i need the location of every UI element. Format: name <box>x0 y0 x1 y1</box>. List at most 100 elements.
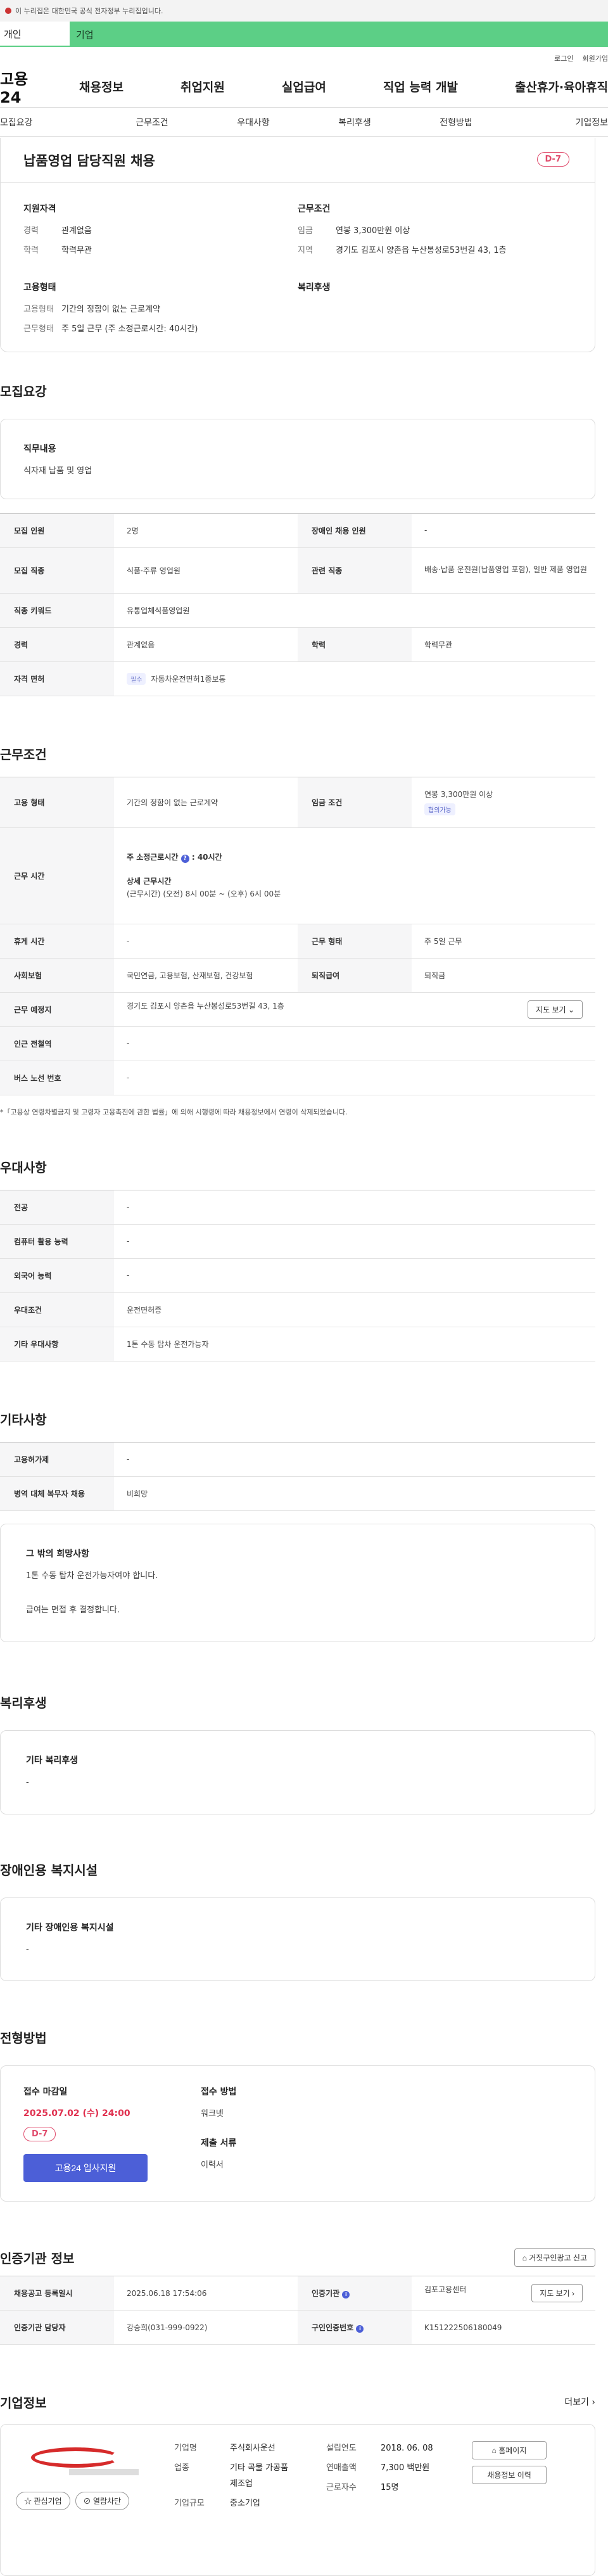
subnav-conditions[interactable]: 근무조건 <box>101 116 203 129</box>
emppermit-label: 고용허가제 <box>0 1442 114 1477</box>
chevron-down-icon: ⌄ <box>567 1005 574 1014</box>
login-link[interactable]: 로그인 <box>554 53 573 63</box>
subnav-welfare[interactable]: 복리후생 <box>304 116 405 129</box>
hours-weekly-label: 주 소정근로시간 <box>127 852 179 862</box>
mgr-value: 강승희(031-999-0922) <box>114 2310 298 2345</box>
edu-label: 학력 <box>23 246 39 255</box>
gnb-support[interactable]: 취업지원 <box>180 78 225 95</box>
report-button[interactable]: ⌂ 거짓구인광고 신고 <box>514 2248 595 2267</box>
wish-line-1: 1톤 수동 탑차 운전가능자여야 합니다. <box>26 1571 158 1581</box>
est-value: 2018. 06. 08 <box>381 2444 433 2454</box>
other-table: 고용허가제 - 병역 대체 복무자 채용 비희망 <box>0 1441 595 1511</box>
agency-map-button[interactable]: 지도 보기 › <box>531 2284 583 2303</box>
report-button-label: 거짓구인광고 신고 <box>529 2254 587 2263</box>
area-label: 지역 <box>298 246 313 255</box>
info-icon[interactable]: i <box>356 2325 364 2333</box>
subnav-selection[interactable]: 전형방법 <box>405 116 507 129</box>
join-link[interactable]: 회원가입 <box>583 53 608 63</box>
org-label-cell: 인증기관 i <box>298 2276 412 2311</box>
ret-value: 퇴직금 <box>412 958 595 993</box>
wish-line-2: 급여는 면접 후 결정합니다. <box>26 1605 120 1616</box>
job-summary-card: 납품영업 담당직원 채용 D-7 지원자격 경력 관계없음 학력 학력무관 고용형태… <box>0 138 595 352</box>
table-row: 근무 시간 주 소정근로시간 ? : 40시간 상세 근무시간 (근무시간) (… <box>0 827 595 924</box>
history-button[interactable]: 채용정보 이력 <box>472 2466 547 2485</box>
tab-corp[interactable]: 기업 <box>70 22 608 47</box>
welfare-section-title: 복리후생 <box>0 1695 47 1711</box>
welfare-label: 기타 복리후생 <box>26 1756 79 1766</box>
table-row: 직종 키워드 유통업체식품영업원 <box>0 593 595 628</box>
gnb-jobs[interactable]: 채용정보 <box>79 78 124 95</box>
career-label: 경력 <box>23 226 39 236</box>
required-tag: 필수 <box>127 672 146 685</box>
worktype-value: 주 5일 근무 (주 소정근로시간: 40시간) <box>61 324 198 334</box>
gov-banner: 이 누리집은 대한민국 공식 전자정부 누리집입니다. <box>0 0 608 22</box>
gnb-leave[interactable]: 출산휴가·육아휴직 <box>515 78 608 95</box>
subnav-recruit[interactable]: 모집요강 <box>0 116 101 129</box>
shift-value: 주 5일 근무 <box>412 924 595 959</box>
wage-cell: 연봉 3,300만원 이상 협의가능 <box>412 777 595 828</box>
reg-label: 채용공고 등록일시 <box>0 2276 114 2311</box>
career-row-label: 경력 <box>0 627 114 662</box>
company-section-title: 기업정보 <box>0 2395 47 2411</box>
welfare-box: 기타 복리후생 - <box>0 1730 595 1814</box>
more-link[interactable]: 더보기 › <box>564 2395 595 2408</box>
table-row: 자격 면허 필수 자동차운전면허1종보통 <box>0 661 595 696</box>
table-row: 고용허가제 - <box>0 1442 595 1477</box>
disabled-label: 장애인 채용 인원 <box>298 513 412 548</box>
agency-map-label: 지도 보기 <box>540 2289 570 2299</box>
table-row: 경력 관계없음 학력 학력무관 <box>0 627 595 662</box>
loc-cell: 경기도 김포시 양촌읍 누산봉성로53번길 43, 1층 지도 보기 ⌄ <box>114 992 595 1027</box>
subway-value: - <box>114 1026 595 1061</box>
subnav-company[interactable]: 기업정보 <box>507 116 608 129</box>
pref-value: 운전면허증 <box>114 1292 595 1327</box>
job-title: 납품영업 담당직원 채용 <box>1 151 595 183</box>
table-row: 우대조건 운전면허증 <box>0 1292 595 1327</box>
apply-button[interactable]: 고용24 입사지원 <box>23 2154 148 2183</box>
name-value: 주식회사운선 <box>230 2444 276 2454</box>
gnb-training[interactable]: 직업 능력 개발 <box>383 78 458 95</box>
table-row: 버스 노선 번호 - <box>0 1061 595 1095</box>
worktype-label: 근무형태 <box>23 324 54 334</box>
emp-value: 15명 <box>381 2482 399 2492</box>
emp-heading: 고용형태 <box>23 283 56 293</box>
edu-row-label: 학력 <box>298 627 412 662</box>
block-icon: ⊘ <box>83 2497 91 2506</box>
info-icon[interactable]: ? <box>180 854 189 863</box>
org-cell: 김포고용센터 지도 보기 › <box>412 2276 595 2311</box>
military-label: 병역 대체 복무자 채용 <box>0 1476 114 1511</box>
gnb-benefit[interactable]: 실업급여 <box>282 78 326 95</box>
logo[interactable]: 고용24 <box>0 67 41 106</box>
table-row: 기타 우대사항 1톤 수동 탑차 운전가능자 <box>0 1327 595 1361</box>
dday-badge: D-7 <box>536 152 569 167</box>
method-label: 접수 방법 <box>201 2087 237 2098</box>
chevron-right-icon: › <box>592 2397 595 2408</box>
chevron-right-icon: › <box>572 2289 574 2299</box>
house-icon: ⌂ <box>522 2254 527 2263</box>
num-label-cell: 구인인증번호 i <box>298 2310 412 2345</box>
table-row: 근무 예정지 경기도 김포시 양촌읍 누산봉성로53번길 43, 1층 지도 보… <box>0 992 595 1027</box>
subnav-prefer[interactable]: 우대사항 <box>203 116 304 129</box>
docs-label: 제출 서류 <box>201 2138 237 2149</box>
num-value: K151222506180049 <box>412 2310 595 2345</box>
emptype-label: 고용형태 <box>23 305 54 314</box>
info-icon[interactable]: i <box>342 2291 350 2299</box>
homepage-button[interactable]: ⌂ 홈페이지 <box>472 2441 547 2460</box>
gov-banner-text: 이 누리집은 대한민국 공식 전자정부 누리집입니다. <box>15 7 163 15</box>
hours-label: 근무 시간 <box>0 827 114 924</box>
tab-person[interactable]: 개인 <box>0 22 70 47</box>
method-value: 워크넷 <box>201 2109 224 2119</box>
company-card: ☆ 관심기업 ⊘ 열람차단 기업명 주식회사운선 업종 기타 곡물 가공품 제조업 … <box>0 2424 595 2576</box>
hours-detail-value: (근무시간) (오전) 8시 00분 ~ (오후) 6시 00분 <box>127 889 281 899</box>
table-row: 병역 대체 복무자 채용 비희망 <box>0 1476 595 1511</box>
loc-label: 근무 예정지 <box>0 992 114 1027</box>
reg-value: 2025.06.18 17:54:06 <box>114 2276 298 2311</box>
duty-box: 직무내용 식자재 납품 및 영업 <box>0 419 595 499</box>
map-button[interactable]: 지도 보기 ⌄ <box>528 1000 583 1019</box>
wish-label: 그 밖의 희망사항 <box>26 1548 89 1559</box>
star-icon: ☆ <box>24 2497 32 2506</box>
table-row: 고용 형태 기간의 정함이 없는 근로계약 임금 조건 연봉 3,300만원 이… <box>0 777 595 828</box>
table-row: 인증기관 담당자 강승희(031-999-0922) 구인인증번호 i K151… <box>0 2310 595 2345</box>
table-row: 사회보험 국민연금, 고용보험, 산재보험, 건강보험 퇴직급여 퇴직금 <box>0 958 595 993</box>
selection-dday-badge: D-7 <box>23 2127 56 2142</box>
bus-label: 버스 노선 번호 <box>0 1061 114 1095</box>
